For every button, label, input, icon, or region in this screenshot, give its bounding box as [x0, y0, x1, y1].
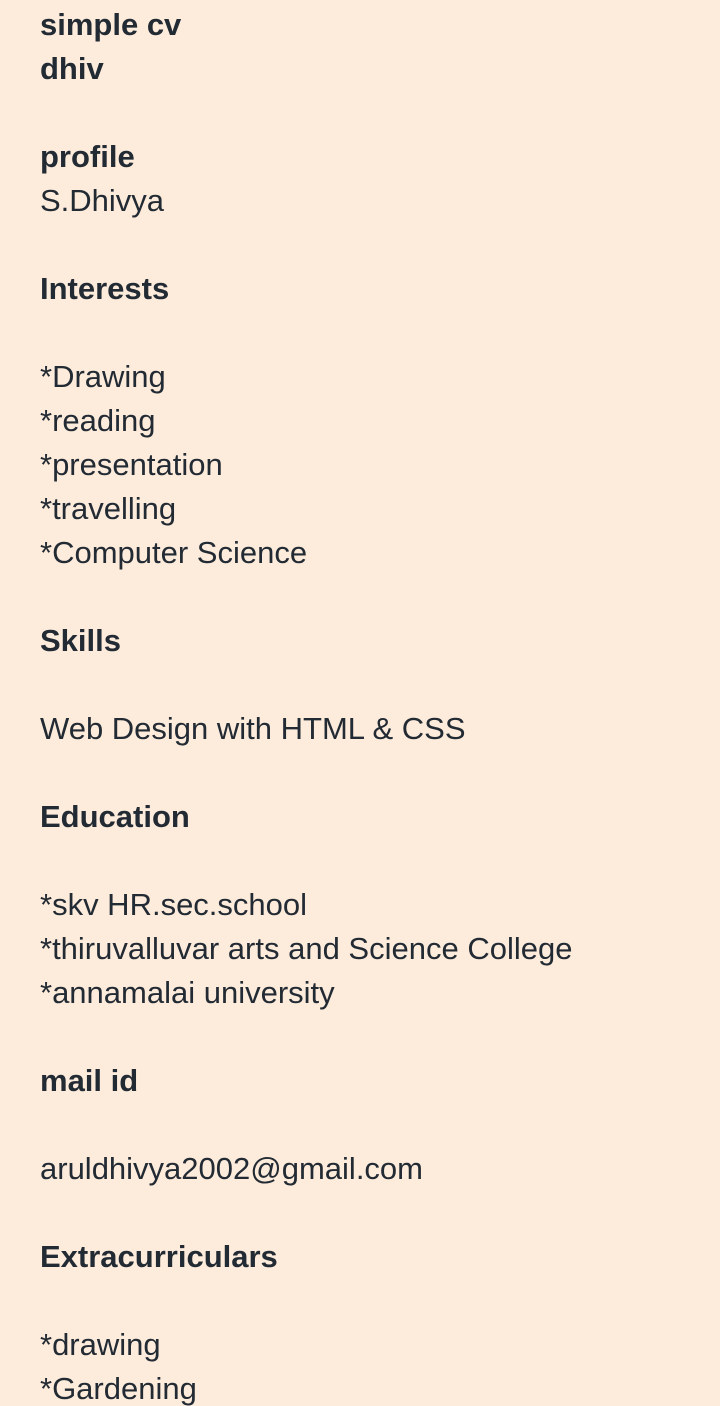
mail-heading: mail id — [40, 1063, 139, 1098]
interest-item: *reading — [40, 403, 156, 438]
cv-title: simple cv — [40, 7, 182, 42]
interest-item: *presentation — [40, 447, 223, 482]
education-item: *annamalai university — [40, 975, 335, 1010]
cv-subtitle: dhiv — [40, 51, 104, 86]
profile-heading: profile — [40, 139, 135, 174]
interest-item: *travelling — [40, 491, 177, 526]
extracurriculars-heading: Extracurriculars — [40, 1239, 278, 1274]
profile-name: S.Dhivya — [40, 183, 165, 218]
extracurricular-item: *Gardening — [40, 1371, 197, 1406]
interest-item: *Drawing — [40, 359, 166, 394]
education-item: *thiruvalluvar arts and Science College — [40, 931, 573, 966]
interest-item: *Computer Science — [40, 535, 308, 570]
education-heading: Education — [40, 799, 190, 834]
skill-item: Web Design with HTML & CSS — [40, 711, 466, 746]
mail-address: aruldhivya2002@gmail.com — [40, 1151, 423, 1186]
skills-heading: Skills — [40, 623, 121, 658]
extracurricular-item: *drawing — [40, 1327, 161, 1362]
education-item: *skv HR.sec.school — [40, 887, 308, 922]
cv-document: simple cv dhiv profile S.Dhivya Interest… — [0, 0, 720, 1406]
interests-heading: Interests — [40, 271, 170, 306]
